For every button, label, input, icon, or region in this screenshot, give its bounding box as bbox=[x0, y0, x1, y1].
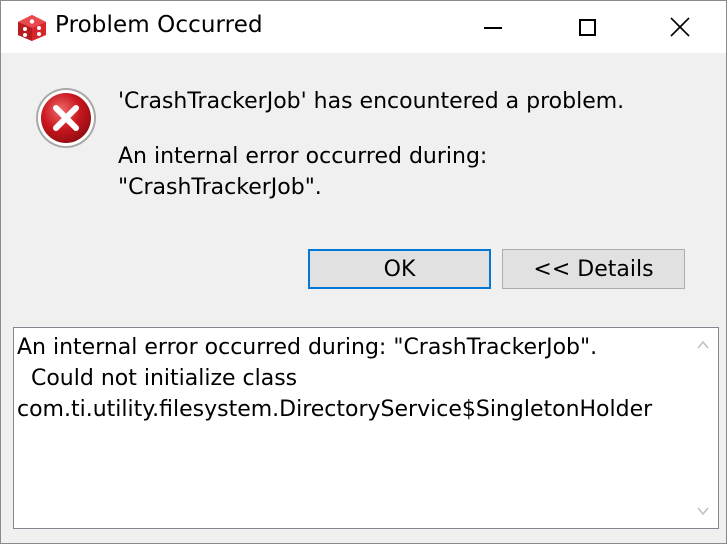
details-text-area[interactable]: An internal error occurred during: "Cras… bbox=[13, 327, 719, 529]
close-icon bbox=[670, 17, 690, 37]
window-title: Problem Occurred bbox=[55, 12, 263, 38]
close-button[interactable] bbox=[634, 1, 726, 53]
chevron-down-icon[interactable] bbox=[696, 504, 710, 518]
details-text: An internal error occurred during: "Cras… bbox=[17, 335, 653, 422]
ok-button[interactable]: OK bbox=[308, 249, 491, 289]
maximize-button[interactable] bbox=[541, 1, 633, 53]
problem-dialog: Problem Occurred 'CrashTrackerJob' has e… bbox=[0, 0, 727, 544]
maximize-icon bbox=[578, 18, 596, 36]
app-cube-icon bbox=[18, 15, 46, 41]
minimize-button[interactable] bbox=[447, 1, 539, 53]
minimize-icon bbox=[484, 27, 502, 29]
chevron-up-icon[interactable] bbox=[696, 338, 710, 352]
error-summary: An internal error occurred during: "Cras… bbox=[118, 141, 678, 203]
error-icon bbox=[36, 88, 96, 148]
title-bar[interactable]: Problem Occurred bbox=[1, 1, 726, 53]
vertical-scrollbar[interactable] bbox=[688, 328, 718, 528]
error-summary-line2: "CrashTrackerJob". bbox=[118, 175, 322, 200]
details-toggle-button[interactable]: << Details bbox=[502, 249, 685, 289]
error-summary-line1: An internal error occurred during: bbox=[118, 144, 488, 169]
error-headline: 'CrashTrackerJob' has encountered a prob… bbox=[118, 89, 625, 114]
